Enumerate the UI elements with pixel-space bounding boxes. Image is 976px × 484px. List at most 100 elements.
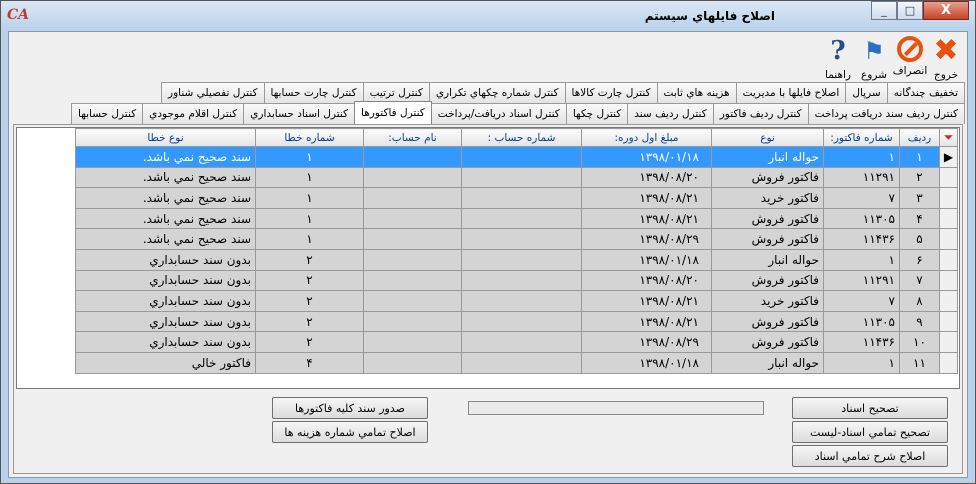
table-cell[interactable]: ٧ [899, 269, 940, 292]
table-cell[interactable]: ١١٢٩١ [823, 166, 900, 189]
issue-all-invoices-button[interactable]: صدور سند کليه فاکتورها [272, 397, 428, 419]
table-cell[interactable] [363, 228, 462, 250]
row-selector[interactable] [939, 228, 958, 250]
table-cell[interactable]: ٢ [255, 248, 364, 271]
tab-tabs-row2-7[interactable]: کنترل اقلام موجودي [142, 103, 245, 124]
exit-button[interactable]: ✖ خروج [929, 36, 963, 86]
table-cell[interactable]: ١٣٩٨/٠١/١٨ [581, 351, 712, 374]
table-cell[interactable]: ۶ [899, 248, 940, 271]
col-header-error-number[interactable]: شماره خطا [255, 128, 364, 147]
col-header-invoice-number[interactable]: شماره فاکتور: [823, 128, 900, 147]
table-cell[interactable]: ٩ [899, 310, 940, 333]
table-cell[interactable] [461, 166, 582, 189]
table-cell[interactable]: ١٣٩٨/٠٨/٢٩ [581, 331, 712, 353]
tab-tabs-row2-6[interactable]: کنترل اسناد حسابداري [243, 103, 356, 124]
table-cell[interactable]: فاکتور خريد [711, 187, 824, 209]
table-cell[interactable]: ١ [823, 248, 900, 271]
col-header-row[interactable]: رديف [899, 128, 940, 147]
start-button[interactable]: ⚑ شروع [857, 36, 891, 86]
table-cell[interactable]: ١١۴٣۶ [823, 331, 900, 353]
table-cell[interactable]: ۴ [899, 207, 940, 230]
table-cell[interactable] [461, 146, 582, 168]
tab-tabs-row2-5[interactable]: کنترل فاکتورها [354, 101, 432, 124]
tab-tabs-row1-8[interactable]: کنترل تفصيلي شناور [161, 82, 265, 103]
title-bar[interactable]: CA اصلاح فايلهاي سيستم _ □ X [1, 1, 975, 31]
table-cell[interactable]: بدون سند حسابداري [75, 310, 256, 333]
table-cell[interactable]: فاکتور خريد [711, 290, 824, 312]
table-cell[interactable]: ٧ [823, 187, 900, 209]
table-cell[interactable]: ١١۴٣۶ [823, 228, 900, 250]
row-selector[interactable] [939, 207, 958, 230]
table-row[interactable]: ٣ ٧ فاکتور خريد ١٣٩٨/٠٨/٢١ ١ سند صحيح نمي باش… [75, 187, 958, 209]
tab-tabs-row1-0[interactable]: تخفيف چندگانه [886, 82, 965, 103]
table-cell[interactable]: فاکتور فروش [711, 331, 824, 353]
table-row[interactable]: ١٠ ١١۴٣۶ فاکتور فروش ١٣٩٨/٠٨/٢٩ ٢ بدون سند حس… [75, 331, 958, 353]
maximize-button[interactable]: □ [897, 1, 923, 20]
table-row[interactable]: ٧ ١١٢٩١ فاکتور فروش ١٣٩٨/٠٨/٢٠ ٢ بدون سند حسا… [75, 269, 958, 292]
table-cell[interactable]: حواله انبار [711, 248, 824, 271]
table-cell[interactable]: ٧ [823, 290, 900, 312]
table-cell[interactable] [461, 331, 582, 353]
table-cell[interactable]: ١ [823, 146, 900, 168]
table-cell[interactable]: ١٣٩٨/٠٨/٢١ [581, 310, 712, 333]
col-header-error-type[interactable]: نوع خطا [75, 128, 256, 147]
table-cell[interactable]: ١٣٩٨/٠٨/٢٩ [581, 228, 712, 250]
col-header-type[interactable]: نوع [711, 128, 824, 147]
table-cell[interactable]: ١٣٩٨/٠١/١٨ [581, 146, 712, 168]
table-cell[interactable]: بدون سند حسابداري [75, 248, 256, 271]
table-cell[interactable] [363, 290, 462, 312]
table-cell[interactable]: ١ [899, 146, 940, 168]
table-cell[interactable]: ١٣٩٨/٠٨/٢١ [581, 207, 712, 230]
table-cell[interactable]: فاکتور فروش [711, 228, 824, 250]
table-cell[interactable] [461, 207, 582, 230]
tab-tabs-row1-3[interactable]: هزينه هاي ثابت [656, 82, 737, 103]
cancel-button[interactable]: انصراف [893, 36, 927, 86]
fix-all-descriptions-button[interactable]: اصلاح شرح تمامي اسناد [792, 445, 948, 467]
table-cell[interactable] [363, 331, 462, 353]
tab-tabs-row1-7[interactable]: کنترل چارت حسابها [263, 82, 364, 103]
table-cell[interactable] [363, 146, 462, 168]
table-cell[interactable]: ١١٢٩١ [823, 269, 900, 292]
table-cell[interactable]: ۵ [899, 228, 940, 250]
tab-tabs-row2-3[interactable]: کنترل چکها [565, 103, 629, 124]
tab-tabs-row1-5[interactable]: کنترل شماره چکهاي تکراري [428, 82, 566, 103]
table-cell[interactable]: ١٣٩٨/٠١/١٨ [581, 248, 712, 271]
col-header-opening-amount[interactable]: مبلغ اول دوره: [581, 128, 712, 147]
col-header-account-number[interactable]: شماره حساب : [461, 128, 582, 147]
row-selector[interactable] [939, 351, 958, 374]
table-row[interactable]: ٨ ٧ فاکتور خريد ١٣٩٨/٠٨/٢١ ٢ بدون سند حسابدار… [75, 290, 958, 312]
fix-expense-numbers-button[interactable]: اصلاح تمامي شماره هزينه ها [272, 421, 428, 443]
tab-tabs-row1-4[interactable]: کنترل چارت کالاها [564, 82, 658, 103]
table-cell[interactable] [363, 166, 462, 189]
row-selector[interactable] [939, 166, 958, 189]
table-cell[interactable] [363, 187, 462, 209]
table-cell[interactable] [461, 228, 582, 250]
tab-tabs-row2-4[interactable]: کنترل اسناد دريافت/پرداخت [430, 103, 567, 124]
table-cell[interactable]: فاکتور فروش [711, 207, 824, 230]
table-row[interactable]: ▶ ١ ١ حواله انبار ١٣٩٨/٠١/١٨ ١ سند صحيح نمي با… [75, 146, 958, 168]
table-cell[interactable]: ١٣٩٨/٠٨/٢٠ [581, 269, 712, 292]
table-cell[interactable]: ٢ [255, 269, 364, 292]
table-row[interactable]: ۴ ١١٣٠۵ فاکتور فروش ١٣٩٨/٠٨/٢١ ١ سند صحيح نمي… [75, 207, 958, 230]
tab-tabs-row2-2[interactable]: کنترل رديف سند [627, 103, 714, 124]
table-cell[interactable]: بدون سند حسابداري [75, 269, 256, 292]
table-cell[interactable] [363, 269, 462, 292]
help-button[interactable]: ? راهنما [821, 36, 855, 86]
table-cell[interactable]: سند صحيح نمي باشد. [75, 207, 256, 230]
table-cell[interactable]: بدون سند حسابداري [75, 331, 256, 353]
table-cell[interactable] [461, 187, 582, 209]
table-cell[interactable]: ١ [823, 351, 900, 374]
table-cell[interactable]: ١٣٩٨/٠٨/٢١ [581, 187, 712, 209]
table-cell[interactable]: ١٠ [899, 331, 940, 353]
table-cell[interactable]: ١ [255, 228, 364, 250]
table-row[interactable]: ۵ ١١۴٣۶ فاکتور فروش ١٣٩٨/٠٨/٢٩ ١ سند صحيح نمي… [75, 228, 958, 250]
tab-tabs-row2-8[interactable]: کنترل حسابها [71, 103, 144, 124]
table-cell[interactable]: سند صحيح نمي باشد. [75, 187, 256, 209]
table-cell[interactable]: حواله انبار [711, 351, 824, 374]
table-cell[interactable] [363, 207, 462, 230]
invoice-error-grid[interactable]: ⏷ رديف شماره فاکتور: نوع مبلغ اول دوره: … [16, 127, 960, 389]
table-cell[interactable]: ١١ [899, 351, 940, 374]
table-row[interactable]: ١١ ١ حواله انبار ١٣٩٨/٠١/١٨ ۴ فاکتور خالي [75, 351, 958, 374]
table-cell[interactable]: ٢ [899, 166, 940, 189]
table-cell[interactable]: ٢ [255, 331, 364, 353]
